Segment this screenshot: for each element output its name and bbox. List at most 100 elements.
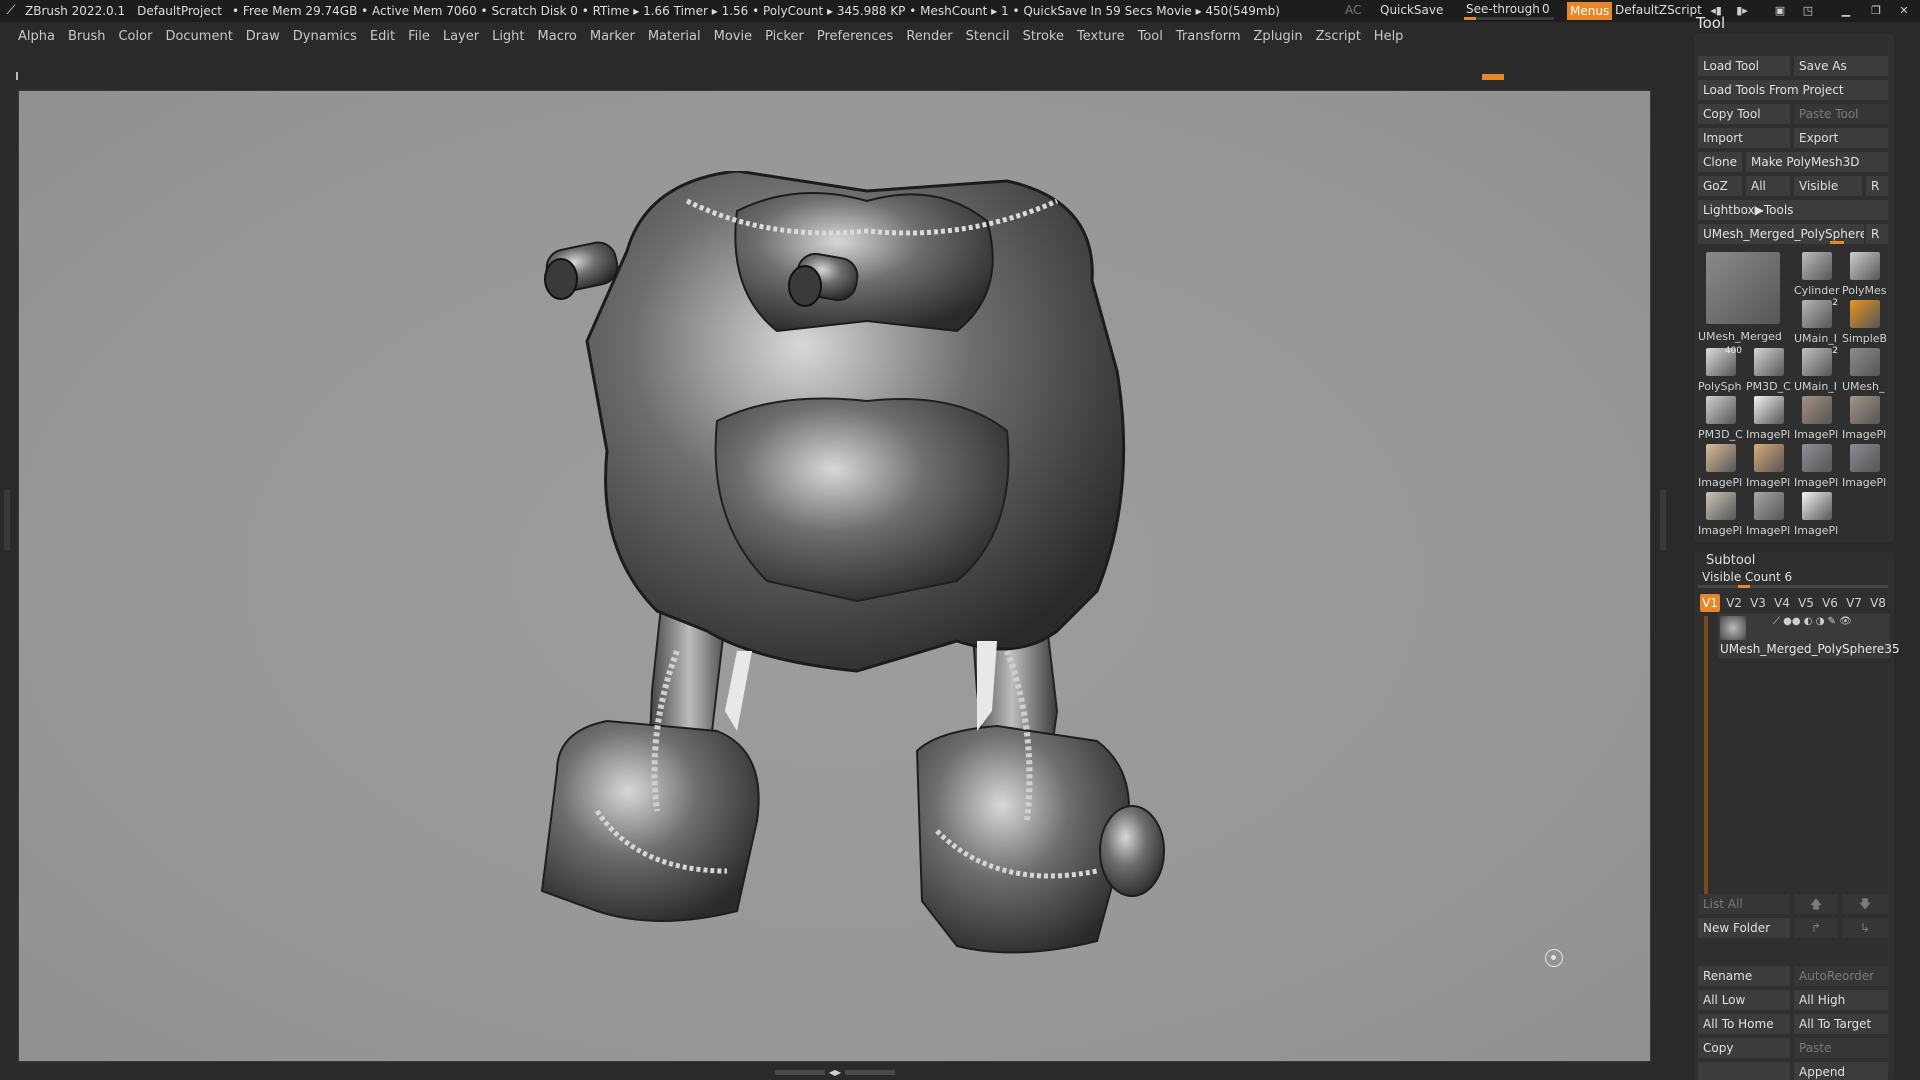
menu-brush[interactable]: Brush — [68, 29, 106, 44]
bottom-tray-handle[interactable]: ◀▶ — [770, 1068, 900, 1077]
subtool-scrollbar[interactable] — [1704, 616, 1708, 896]
tool-thumbnail[interactable]: PolySph 400 — [1698, 346, 1744, 393]
menu-edit[interactable]: Edit — [370, 29, 395, 44]
copy-subtool-button[interactable]: Copy — [1698, 1038, 1790, 1058]
tool-thumbnail[interactable]: ImagePl — [1794, 442, 1840, 489]
visible-count-slider[interactable] — [1698, 585, 1888, 588]
tool-thumbnail[interactable]: ImagePl — [1746, 442, 1792, 489]
list-all-button[interactable]: List All — [1698, 894, 1790, 914]
tool-thumbnail[interactable]: ImagePl — [1698, 490, 1744, 537]
load-tool-button[interactable]: Load Tool — [1698, 56, 1790, 76]
visibility-tab-v5[interactable]: V5 — [1796, 594, 1816, 612]
right-tray-handle[interactable] — [1660, 490, 1666, 550]
menus-toggle-button[interactable]: Menus — [1567, 2, 1613, 20]
import-button[interactable]: Import — [1698, 128, 1790, 148]
menu-zscript[interactable]: Zscript — [1316, 29, 1361, 44]
menu-stencil[interactable]: Stencil — [966, 29, 1010, 44]
tool-thumbnail[interactable]: ImagePl — [1842, 442, 1888, 489]
tool-thumbnail[interactable]: PM3D_C — [1698, 394, 1744, 441]
goz-visible-button[interactable]: Visible — [1794, 176, 1862, 196]
menu-help[interactable]: Help — [1374, 29, 1404, 44]
menu-texture[interactable]: Texture — [1077, 29, 1125, 44]
tool-thumbnail[interactable]: UMain_I 2 — [1794, 298, 1840, 345]
menu-zplugin[interactable]: Zplugin — [1254, 29, 1303, 44]
clone-button[interactable]: Clone — [1698, 152, 1742, 172]
visibility-tab-v4[interactable]: V4 — [1772, 594, 1792, 612]
menu-macro[interactable]: Macro — [538, 29, 577, 44]
copy-tool-button[interactable]: Copy Tool — [1698, 104, 1790, 124]
visibility-tab-v7[interactable]: V7 — [1844, 594, 1864, 612]
subtool-list-item[interactable]: ⟋ ●● ◐ ◑ ✎ 👁 UMesh_Merged_PolySphere35 — [1718, 614, 1900, 658]
subtool-blank-button[interactable] — [1698, 1062, 1790, 1080]
visible-count-label[interactable]: Visible Count 6 — [1702, 570, 1792, 584]
folder-out-icon[interactable]: ↳ — [1842, 918, 1888, 938]
append-button[interactable]: Append — [1794, 1062, 1888, 1080]
all-low-button[interactable]: All Low — [1698, 990, 1790, 1010]
make-polymesh3d-button[interactable]: Make PolyMesh3D — [1746, 152, 1888, 172]
left-tray-handle[interactable] — [4, 490, 10, 550]
tool-thumbnail[interactable]: SimpleB — [1842, 298, 1888, 345]
all-to-home-button[interactable]: All To Home — [1698, 1014, 1790, 1034]
default-zscript-button[interactable]: DefaultZScript — [1615, 3, 1702, 17]
paste-tool-button[interactable]: Paste Tool — [1794, 104, 1888, 124]
quicksave-button[interactable]: QuickSave — [1380, 3, 1443, 17]
menu-movie[interactable]: Movie — [714, 29, 752, 44]
timeline-marker[interactable] — [1482, 74, 1504, 80]
tool-thumbnail[interactable]: ImagePl — [1746, 394, 1792, 441]
tool-thumbnail[interactable]: ImagePl — [1746, 490, 1792, 537]
menu-dynamics[interactable]: Dynamics — [293, 29, 357, 44]
see-through-slider[interactable]: See-through 0 — [1464, 1, 1554, 21]
all-high-button[interactable]: All High — [1794, 990, 1888, 1010]
tool-thumbnail[interactable]: PolyMes — [1842, 250, 1888, 297]
autoreorder-button[interactable]: AutoReorder — [1794, 966, 1888, 986]
tool-thumbnail[interactable]: UMesh_ — [1842, 346, 1888, 393]
menu-document[interactable]: Document — [165, 29, 232, 44]
move-down-icon[interactable]: 🡇 — [1842, 894, 1888, 914]
menu-alpha[interactable]: Alpha — [18, 29, 55, 44]
tool-thumbnail[interactable]: ImagePl — [1842, 394, 1888, 441]
paste-subtool-button[interactable]: Paste — [1794, 1038, 1888, 1058]
rename-button[interactable]: Rename — [1698, 966, 1790, 986]
tool-thumbnail[interactable]: ImagePl — [1698, 442, 1744, 489]
menu-transform[interactable]: Transform — [1176, 29, 1241, 44]
visibility-tab-v6[interactable]: V6 — [1820, 594, 1840, 612]
timeline-strip[interactable] — [16, 72, 1506, 82]
close-icon[interactable]: ✕ — [1896, 3, 1912, 19]
menu-tool[interactable]: Tool — [1138, 29, 1163, 44]
export-button[interactable]: Export — [1794, 128, 1888, 148]
tool-thumbnail[interactable]: UMesh_Merged — [1698, 250, 1790, 344]
menu-draw[interactable]: Draw — [246, 29, 280, 44]
load-tools-from-project-button[interactable]: Load Tools From Project — [1698, 80, 1888, 100]
menu-marker[interactable]: Marker — [590, 29, 635, 44]
goz-r-button[interactable]: R — [1866, 176, 1888, 196]
tool-thumbnail[interactable]: Cylinder — [1794, 250, 1840, 297]
all-to-target-button[interactable]: All To Target — [1794, 1014, 1888, 1034]
folder-in-icon[interactable]: ↱ — [1794, 918, 1838, 938]
new-folder-button[interactable]: New Folder — [1698, 918, 1790, 938]
menu-stroke[interactable]: Stroke — [1023, 29, 1064, 44]
menu-render[interactable]: Render — [906, 29, 952, 44]
move-up-icon[interactable]: 🡅 — [1794, 894, 1838, 914]
tool-thumbnail[interactable]: UMain_I 2 — [1794, 346, 1840, 393]
visibility-tab-v8[interactable]: V8 — [1868, 594, 1888, 612]
menu-light[interactable]: Light — [492, 29, 524, 44]
menu-file[interactable]: File — [408, 29, 430, 44]
goz-button[interactable]: GoZ — [1698, 176, 1742, 196]
menu-material[interactable]: Material — [648, 29, 701, 44]
menu-preferences[interactable]: Preferences — [817, 29, 893, 44]
subtool-title[interactable]: Subtool — [1706, 553, 1755, 568]
subtool-toggle-icons[interactable]: ⟋ ●● ◐ ◑ ✎ 👁 — [1773, 616, 1852, 627]
tool-thumbnail[interactable]: ImagePl — [1794, 394, 1840, 441]
current-tool-r-button[interactable]: R — [1866, 224, 1888, 244]
tool-thumbnail[interactable]: ImagePl — [1794, 490, 1840, 537]
canvas-viewport[interactable] — [18, 90, 1651, 1062]
tool-thumbnail[interactable]: PM3D_C — [1746, 346, 1792, 393]
menu-color[interactable]: Color — [118, 29, 152, 44]
goz-all-button[interactable]: All — [1746, 176, 1790, 196]
visibility-tab-v2[interactable]: V2 — [1724, 594, 1744, 612]
lightbox-tools-button[interactable]: Lightbox▶Tools — [1698, 200, 1888, 220]
menu-layer[interactable]: Layer — [443, 29, 479, 44]
save-as-button[interactable]: Save As — [1794, 56, 1888, 76]
visibility-tab-v3[interactable]: V3 — [1748, 594, 1768, 612]
visibility-tab-v1[interactable]: V1 — [1700, 594, 1720, 612]
